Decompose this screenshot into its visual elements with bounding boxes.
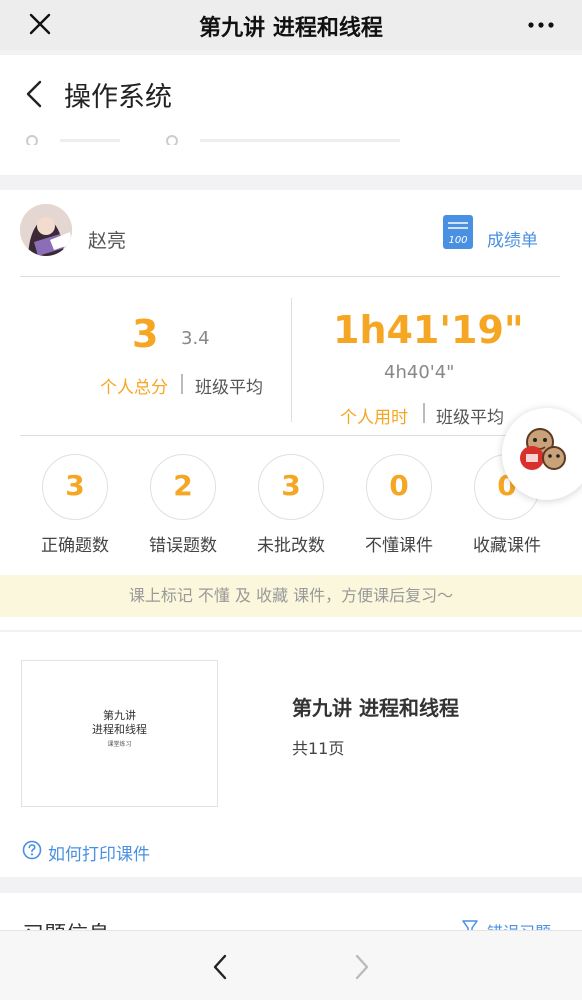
personal-time: 1h41'19" bbox=[333, 308, 524, 352]
tip-banner: 课上标记 不懂 及 收藏 课件，方便课后复习～ bbox=[0, 575, 582, 617]
more-icon[interactable] bbox=[528, 22, 554, 28]
wrong-count[interactable]: 2 bbox=[150, 454, 216, 520]
bottom-nav-bar bbox=[0, 930, 582, 1000]
courseware-thumbnail[interactable]: 第九讲 进程和线程 课堂练习 bbox=[21, 660, 218, 807]
wrong-count-label: 错误题数 bbox=[149, 536, 217, 556]
ungraded-count-label: 未批改数 bbox=[257, 536, 325, 556]
not-understood-count-label: 不懂课件 bbox=[365, 536, 433, 556]
user-name: 赵亮 bbox=[88, 230, 127, 252]
back-icon[interactable] bbox=[24, 79, 44, 109]
courseware-title[interactable]: 第九讲 进程和线程 bbox=[292, 692, 459, 721]
mascot-icon bbox=[520, 428, 566, 470]
vertical-divider bbox=[291, 298, 292, 422]
correct-count-label: 正确题数 bbox=[41, 536, 109, 556]
svg-text:100: 100 bbox=[448, 235, 467, 246]
class-average-time: 4h40'4" bbox=[384, 362, 455, 383]
cut-off-row bbox=[26, 135, 400, 145]
window-title: 第九讲 进程和线程 bbox=[199, 16, 383, 41]
separator bbox=[181, 374, 183, 394]
personal-score-label: 个人总分 bbox=[100, 378, 168, 398]
not-understood-count[interactable]: 0 bbox=[366, 454, 432, 520]
nav-forward-icon[interactable] bbox=[353, 953, 371, 981]
thumbnail-title: 第九讲 进程和线程 bbox=[92, 709, 147, 736]
divider bbox=[20, 435, 560, 436]
favorites-count-label: 收藏课件 bbox=[473, 536, 541, 556]
course-header: 操作系统 bbox=[0, 55, 582, 175]
avatar bbox=[20, 204, 72, 256]
courseware-card: 第九讲 进程和线程 课堂练习 第九讲 进程和线程 共11页 如何打印课件 bbox=[0, 632, 582, 877]
correct-count[interactable]: 3 bbox=[42, 454, 108, 520]
floating-mascot-button[interactable] bbox=[502, 408, 582, 500]
stats-card: 赵亮 100 成绩单 3 3.4 个人总分 班级平均 1h41'19" 4h40… bbox=[0, 190, 582, 630]
personal-score: 3 bbox=[132, 312, 159, 356]
top-bar: 第九讲 进程和线程 bbox=[0, 0, 582, 50]
divider bbox=[20, 276, 560, 277]
nav-back-icon[interactable] bbox=[211, 953, 229, 981]
thumbnail-subtitle: 课堂练习 bbox=[107, 741, 132, 748]
class-average-score-label: 班级平均 bbox=[195, 378, 263, 398]
report-card-icon[interactable]: 100 bbox=[442, 214, 474, 250]
courseware-page-count: 共11页 bbox=[292, 739, 345, 758]
personal-time-label: 个人用时 bbox=[340, 408, 408, 428]
report-card-link[interactable]: 成绩单 bbox=[487, 226, 538, 251]
course-title: 操作系统 bbox=[64, 82, 172, 113]
separator bbox=[423, 403, 425, 423]
class-average-score: 3.4 bbox=[181, 328, 210, 349]
print-help-link[interactable]: 如何打印课件 bbox=[48, 840, 150, 865]
class-average-time-label: 班级平均 bbox=[436, 408, 504, 428]
help-icon[interactable] bbox=[22, 840, 42, 860]
ungraded-count[interactable]: 3 bbox=[258, 454, 324, 520]
